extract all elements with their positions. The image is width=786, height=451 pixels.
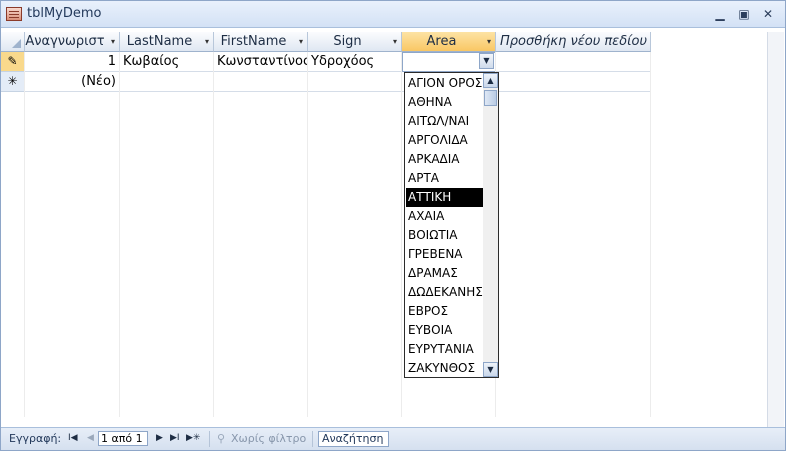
column-header-id[interactable]: Αναγνωριστ ▾ [25,32,120,52]
datasheet-window: tblMyDemo ▁ ▣ ✕ Αναγνωριστ ▾ LastName ▾ … [0,0,786,451]
area-option[interactable]: ΔΡΑΜΑΣ [406,264,483,283]
filter-status-button[interactable]: Χωρίς φίλτρο [231,432,306,445]
column-header-add-field[interactable]: Προσθήκη νέου πεδίου [496,32,651,52]
area-option[interactable]: ΑΓΙΟΝ ΟΡΟΣ [406,74,483,93]
cell-sign[interactable]: Υδροχόος [308,52,402,72]
filter-icon[interactable]: ⚲ [217,432,225,445]
cell-new-field[interactable] [496,52,651,72]
dropdown-scrollbar[interactable]: ▲ ▼ [483,73,498,377]
table-icon [6,7,22,21]
cell-new-extra[interactable] [496,72,651,92]
scroll-up-icon[interactable]: ▲ [483,73,498,88]
area-option[interactable]: ΕΥΡΥΤΑΝΙΑ [406,340,483,359]
grid-line [119,52,120,417]
cell-id[interactable]: 1 [25,52,120,72]
column-header-lastname[interactable]: LastName ▾ [120,32,214,52]
close-button[interactable]: ✕ [759,6,777,22]
chevron-down-icon[interactable]: ▾ [487,32,491,51]
area-option[interactable]: ΔΩΔΕΚΑΝΗΣ [406,283,483,302]
search-input[interactable]: Αναζήτηση [318,431,389,447]
next-record-icon[interactable]: ▶ [156,433,163,443]
title-bar: tblMyDemo ▁ ▣ ✕ [1,1,785,28]
previous-record-icon[interactable]: ◀ [87,433,94,443]
chevron-down-icon[interactable]: ▾ [111,32,115,51]
scroll-down-icon[interactable]: ▼ [483,362,498,377]
grid-line [307,52,308,417]
pencil-icon: ✎ [7,54,18,68]
asterisk-icon: ✳ [7,74,18,88]
current-record-field[interactable]: 1 από 1 [98,431,148,446]
chevron-down-icon[interactable]: ▾ [205,32,209,51]
column-header-area[interactable]: Area ▾ [402,32,496,52]
new-record-icon[interactable]: ▶✳ [186,433,200,443]
area-option[interactable]: ΕΥΒΟΙΑ [406,321,483,340]
column-header-sign[interactable]: Sign ▾ [308,32,402,52]
chevron-down-icon[interactable]: ▾ [393,32,397,51]
cell-new-lastname[interactable] [120,72,214,92]
area-option[interactable]: ΓΡΕΒΕΝΑ [406,245,483,264]
area-option[interactable]: ΑΘΗΝΑ [406,93,483,112]
minimize-button[interactable]: ▁ [711,6,729,22]
select-all-corner[interactable] [1,32,25,52]
area-option[interactable]: ΑΙΤΩΛ/ΝΑΙ [406,112,483,131]
grid-line [213,52,214,417]
record-selector-new[interactable]: ✳ [1,72,25,92]
area-dropdown-list[interactable]: ΑΓΙΟΝ ΟΡΟΣ ΑΘΗΝΑ ΑΙΤΩΛ/ΝΑΙ ΑΡΓΟΛΙΔΑ ΑΡΚΑ… [404,72,499,378]
area-option[interactable]: ΖΑΚΥΝΘΟΣ [406,359,483,377]
window-title: tblMyDemo [27,6,102,21]
column-header-firstname[interactable]: FirstName ▾ [214,32,308,52]
area-option[interactable]: ΑΡΚΑΔΙΑ [406,150,483,169]
divider [209,431,210,447]
area-dropdown-button[interactable]: ▼ [479,53,494,69]
cell-firstname[interactable]: Κωνσταντίνος [214,52,308,72]
divider [312,431,313,447]
record-label: Εγγραφή: [9,432,62,445]
vertical-scrollbar[interactable] [767,32,784,427]
cell-new-record-id[interactable]: (Νέο) [25,72,120,92]
area-option[interactable]: ΕΒΡΟΣ [406,302,483,321]
first-record-icon[interactable]: I◀ [68,433,78,443]
grid-line [650,52,651,417]
cell-new-firstname[interactable] [214,72,308,92]
area-option[interactable]: ΑΧΑΙΑ [406,207,483,226]
grid-line [401,52,402,417]
cell-new-sign[interactable] [308,72,402,92]
area-option[interactable]: ΑΡΤΑ [406,169,483,188]
cell-lastname[interactable]: Κωβαίος [120,52,214,72]
area-option[interactable]: ΑΡΓΟΛΙΔΑ [406,131,483,150]
maximize-button[interactable]: ▣ [735,6,753,22]
dropdown-scroll-thumb[interactable] [484,90,497,106]
grid-line [24,52,25,417]
area-option-selected[interactable]: ΑΤΤΙΚΗ [406,188,483,207]
navigation-bar: Εγγραφή: I◀ ◀ 1 από 1 ▶ ▶I ▶✳ ⚲ Χωρίς φί… [1,427,785,450]
record-selector-pencil[interactable]: ✎ [1,52,25,72]
chevron-down-icon[interactable]: ▾ [299,32,303,51]
area-option[interactable]: ΒΟΙΩΤΙΑ [406,226,483,245]
last-record-icon[interactable]: ▶I [170,433,180,443]
